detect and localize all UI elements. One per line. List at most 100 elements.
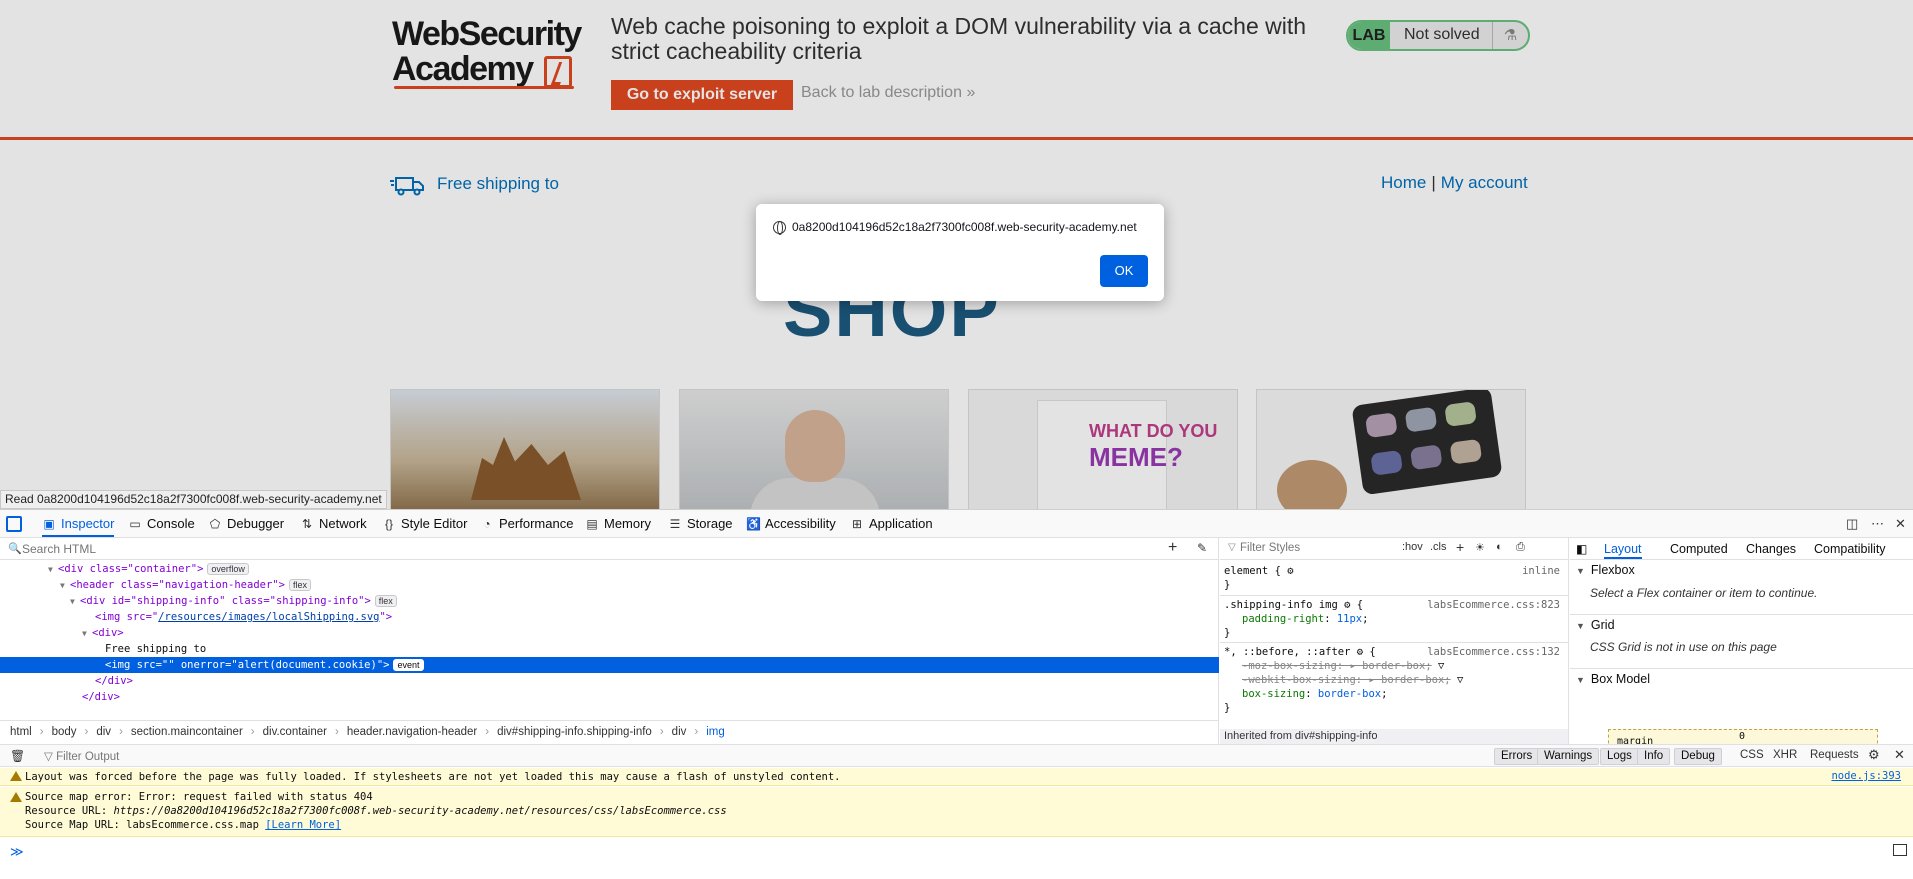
filter-errors-button[interactable]: Errors: [1494, 748, 1540, 765]
hov-toggle[interactable]: :hov: [1402, 541, 1423, 553]
console-settings-gear-icon[interactable]: ⚙: [1868, 747, 1880, 763]
learn-more-link[interactable]: [Learn More]: [265, 819, 341, 831]
tab-debugger[interactable]: ⬠ Debugger: [208, 510, 284, 538]
breadcrumb-item[interactable]: html: [10, 726, 32, 738]
overflow-badge[interactable]: overflow: [207, 563, 249, 575]
ok-button[interactable]: OK: [1100, 255, 1148, 287]
breadcrumb-item[interactable]: div: [96, 726, 111, 738]
tree-node-injected-img[interactable]: <img src="" onerror="alert(document.cook…: [0, 657, 1219, 673]
tree-img-src-link[interactable]: /resources/images/localShipping.svg: [158, 611, 379, 623]
expand-toggle-icon[interactable]: ▼: [48, 562, 58, 578]
toggle-sidebar-icon[interactable]: ◧: [1576, 538, 1587, 560]
sidebar-tabs: ◧ Layout Computed Changes Compatibility: [1570, 538, 1913, 560]
tab-storage[interactable]: ☰ Storage: [668, 510, 733, 538]
rule-declaration[interactable]: box-sizing: border-box;: [1224, 687, 1564, 701]
tab-changes[interactable]: Changes: [1746, 538, 1796, 560]
filter-icon[interactable]: ▽: [1457, 674, 1463, 686]
tree-node-div-close[interactable]: </div>: [0, 673, 1219, 689]
cls-toggle[interactable]: .cls: [1430, 541, 1447, 553]
tab-application[interactable]: ⊞ Application: [850, 510, 933, 538]
console-input[interactable]: ≫: [0, 838, 1913, 879]
filter-info-button[interactable]: Info: [1637, 748, 1671, 765]
rule-universal[interactable]: *, ::before, ::after ⚙ {labsEcommerce.cs…: [1224, 645, 1564, 659]
tab-layout[interactable]: Layout: [1604, 538, 1642, 559]
add-rule-icon[interactable]: +: [1456, 539, 1464, 555]
tree-node-shipping-info[interactable]: ▼ <div id="shipping-info" class="shipping…: [0, 593, 1219, 609]
expand-toggle-icon[interactable]: ▼: [70, 594, 80, 610]
breadcrumb-item[interactable]: div: [672, 726, 687, 738]
tree-node-header[interactable]: ▼ <header class="navigation-header"> flex: [0, 577, 1219, 593]
flex-badge[interactable]: flex: [288, 579, 311, 591]
tab-inspector[interactable]: ▣ Inspector: [42, 510, 115, 537]
tab-network[interactable]: ⇅ Network: [300, 510, 367, 538]
filter-css-button[interactable]: CSS: [1740, 749, 1764, 761]
close-devtools-icon[interactable]: ✕: [1895, 516, 1906, 532]
inspector-icon: ▣: [43, 517, 55, 531]
search-html-input[interactable]: [22, 541, 322, 557]
margin-value[interactable]: 0: [1739, 731, 1745, 742]
rule-divider: [1220, 595, 1568, 596]
filter-logs-button[interactable]: Logs: [1600, 748, 1639, 765]
close-split-console-icon[interactable]: ✕: [1894, 747, 1905, 763]
tab-accessibility[interactable]: ♿ Accessibility: [746, 510, 836, 538]
gear-icon[interactable]: ⚙: [1357, 646, 1363, 658]
rule-shipping-info-img[interactable]: .shipping-info img ⚙ {labsEcommerce.css:…: [1224, 598, 1564, 612]
markup-view: 🔍 + ✎ ▼<div class="container">overflow ▼…: [0, 538, 1219, 744]
rule-element[interactable]: element { ⚙ inline: [1224, 564, 1564, 578]
tab-console[interactable]: ▭ Console: [128, 510, 194, 538]
breadcrumb-item[interactable]: section.maincontainer: [131, 726, 243, 738]
rule-source-link[interactable]: labsEcommerce.css:823: [1427, 598, 1560, 612]
dock-side-icon[interactable]: ◫: [1846, 516, 1858, 532]
flexbox-section-header[interactable]: ▼ Flexbox: [1570, 560, 1913, 580]
breadcrumb-item[interactable]: div.container: [263, 726, 327, 738]
tab-computed[interactable]: Computed: [1670, 538, 1728, 560]
tree-node-div[interactable]: ▼ <div>: [0, 625, 1219, 641]
rule-source-link[interactable]: labsEcommerce.css:132: [1427, 645, 1560, 659]
print-media-icon[interactable]: ⎙: [1516, 541, 1525, 554]
tree-node-container[interactable]: ▼ <div class="container"> overflow: [0, 561, 1219, 577]
dark-mode-icon[interactable]: ◐: [1496, 541, 1503, 553]
more-options-icon[interactable]: ⋯: [1871, 516, 1884, 532]
rule-declaration-overridden[interactable]: -webkit-box-sizing: ▸ border-box; ▽: [1224, 673, 1564, 687]
tree-node-div-close[interactable]: </div>: [0, 689, 1219, 705]
expand-toggle-icon[interactable]: ▼: [82, 626, 92, 642]
css-value: 11px: [1336, 613, 1363, 625]
breadcrumb-item[interactable]: header.navigation-header: [347, 726, 477, 738]
breadcrumb-item[interactable]: body: [52, 726, 77, 738]
grid-section-header[interactable]: ▼ Grid: [1570, 614, 1913, 634]
filter-icon[interactable]: ▽: [1438, 660, 1444, 672]
tab-style-editor[interactable]: {} Style Editor: [382, 510, 468, 538]
filter-styles-input[interactable]: Filter Styles: [1240, 542, 1300, 554]
expand-toggle-icon[interactable]: ▼: [60, 578, 70, 594]
filter-output-input[interactable]: ▽ Filter Output: [44, 749, 119, 763]
flex-badge[interactable]: flex: [374, 595, 397, 607]
tree-node-img[interactable]: <img src="/resources/images/localShippin…: [0, 609, 1219, 625]
filter-warnings-button[interactable]: Warnings: [1537, 748, 1600, 765]
memory-icon: ▤: [586, 517, 598, 531]
tab-performance[interactable]: ◔ Performance: [480, 510, 573, 538]
breadcrumb-item-current[interactable]: img: [706, 726, 725, 738]
resource-url-line: Resource URL: https://0a8200d104196d52c1…: [25, 804, 727, 818]
tab-compatibility[interactable]: Compatibility: [1814, 538, 1886, 560]
gear-icon[interactable]: ⚙: [1344, 599, 1350, 611]
filter-requests-button[interactable]: Requests: [1810, 749, 1859, 761]
clear-console-icon[interactable]: 🗑: [10, 749, 25, 763]
tree-text-node[interactable]: Free shipping to: [0, 641, 1219, 657]
event-badge[interactable]: event: [393, 659, 424, 671]
console-icon: ▭: [129, 517, 141, 531]
element-picker-icon[interactable]: [6, 516, 22, 532]
light-mode-icon[interactable]: ☀: [1475, 541, 1485, 554]
eyedropper-icon[interactable]: ✎: [1197, 541, 1207, 555]
add-node-icon[interactable]: +: [1168, 539, 1177, 557]
box-model-section-header[interactable]: ▼ Box Model: [1570, 668, 1913, 688]
filter-debug-button[interactable]: Debug: [1674, 748, 1722, 765]
rule-declaration[interactable]: padding-right: 11px;: [1224, 612, 1564, 626]
toggle-console-sidebar-icon[interactable]: [1893, 844, 1907, 856]
css-prop: padding-right: [1242, 613, 1325, 625]
rule-declaration-overridden[interactable]: -moz-box-sizing: ▸ border-box; ▽: [1224, 659, 1564, 673]
gear-icon[interactable]: ⚙: [1287, 565, 1293, 577]
filter-xhr-button[interactable]: XHR: [1773, 749, 1797, 761]
breadcrumb-item[interactable]: div#shipping-info.shipping-info: [497, 726, 652, 738]
tab-memory[interactable]: ▤ Memory: [585, 510, 651, 538]
warning-location-link[interactable]: node.js:393: [1831, 770, 1901, 782]
